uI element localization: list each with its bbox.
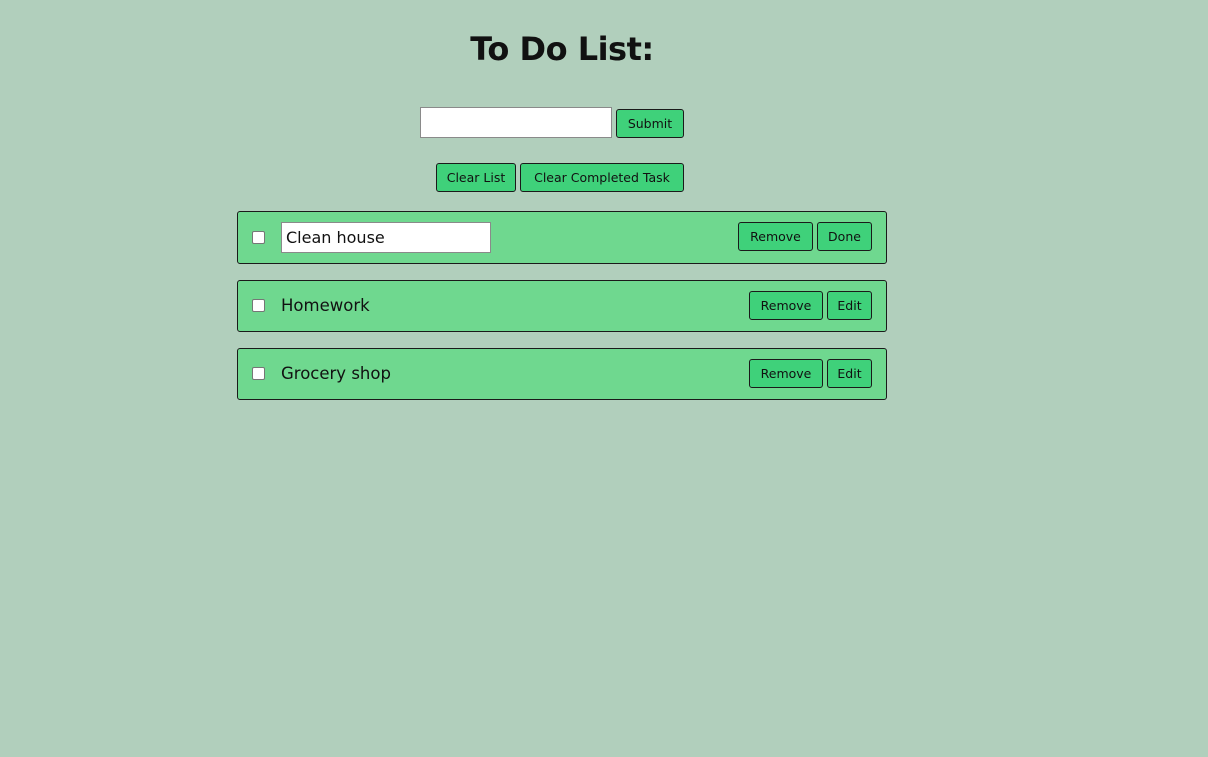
task-item: Grocery shop Remove Edit bbox=[237, 348, 887, 400]
task-checkbox[interactable] bbox=[252, 299, 265, 312]
clear-list-button[interactable]: Clear List bbox=[436, 163, 516, 192]
edit-button[interactable]: Edit bbox=[827, 291, 872, 320]
task-item: Remove Done bbox=[237, 211, 887, 264]
task-label: Homework bbox=[281, 296, 370, 315]
task-edit-input[interactable] bbox=[281, 222, 491, 253]
submit-button[interactable]: Submit bbox=[616, 109, 684, 138]
task-item: Homework Remove Edit bbox=[237, 280, 887, 332]
remove-button[interactable]: Remove bbox=[749, 359, 823, 388]
task-label: Grocery shop bbox=[281, 364, 391, 383]
edit-button[interactable]: Edit bbox=[827, 359, 872, 388]
remove-button[interactable]: Remove bbox=[749, 291, 823, 320]
clear-completed-button[interactable]: Clear Completed Task bbox=[520, 163, 684, 192]
remove-button[interactable]: Remove bbox=[738, 222, 813, 251]
done-button[interactable]: Done bbox=[817, 222, 872, 251]
new-task-input[interactable] bbox=[420, 107, 612, 138]
task-checkbox[interactable] bbox=[252, 367, 265, 380]
task-checkbox[interactable] bbox=[252, 231, 265, 244]
page-title: To Do List: bbox=[470, 30, 654, 68]
